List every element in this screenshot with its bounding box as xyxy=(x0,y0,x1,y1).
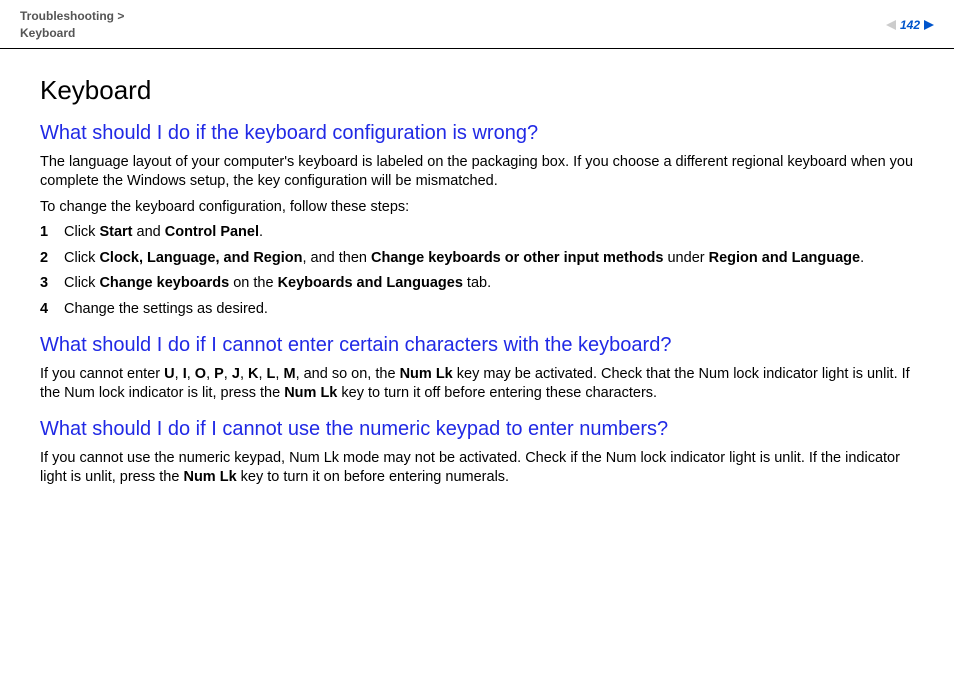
section-2-para: If you cannot enter U, I, O, P, J, K, L,… xyxy=(40,365,914,404)
step-number: 1 xyxy=(40,223,64,243)
step-list: 1 Click Start and Control Panel. 2 Click… xyxy=(40,223,914,319)
page-header: Troubleshooting > Keyboard 142 xyxy=(0,0,954,49)
page-nav: 142 xyxy=(886,18,934,32)
step-number: 2 xyxy=(40,249,64,269)
breadcrumb-current: Keyboard xyxy=(20,26,75,40)
breadcrumb-parent[interactable]: Troubleshooting xyxy=(20,9,114,23)
step-text: Change the settings as desired. xyxy=(64,300,914,320)
breadcrumb-sep: > xyxy=(114,9,124,23)
section-heading-3: What should I do if I cannot use the num… xyxy=(40,418,914,441)
step-number: 4 xyxy=(40,300,64,320)
step-item: 4 Change the settings as desired. xyxy=(40,300,914,320)
step-number: 3 xyxy=(40,274,64,294)
step-text: Click Change keyboards on the Keyboards … xyxy=(64,274,914,294)
section-3-para: If you cannot use the numeric keypad, Nu… xyxy=(40,449,914,488)
section-heading-1: What should I do if the keyboard configu… xyxy=(40,122,914,145)
content-area: Keyboard What should I do if the keyboar… xyxy=(0,49,954,488)
step-text: Click Start and Control Panel. xyxy=(64,223,914,243)
section-1-para-2: To change the keyboard configuration, fo… xyxy=(40,198,914,218)
next-page-icon[interactable] xyxy=(924,20,934,30)
page-title: Keyboard xyxy=(40,75,914,106)
step-text: Click Clock, Language, and Region, and t… xyxy=(64,249,914,269)
step-item: 2 Click Clock, Language, and Region, and… xyxy=(40,249,914,269)
step-item: 3 Click Change keyboards on the Keyboard… xyxy=(40,274,914,294)
breadcrumb: Troubleshooting > Keyboard xyxy=(20,8,124,42)
prev-page-icon[interactable] xyxy=(886,20,896,30)
page-number: 142 xyxy=(900,18,920,32)
step-item: 1 Click Start and Control Panel. xyxy=(40,223,914,243)
section-heading-2: What should I do if I cannot enter certa… xyxy=(40,334,914,357)
section-1-para-1: The language layout of your computer's k… xyxy=(40,153,914,192)
